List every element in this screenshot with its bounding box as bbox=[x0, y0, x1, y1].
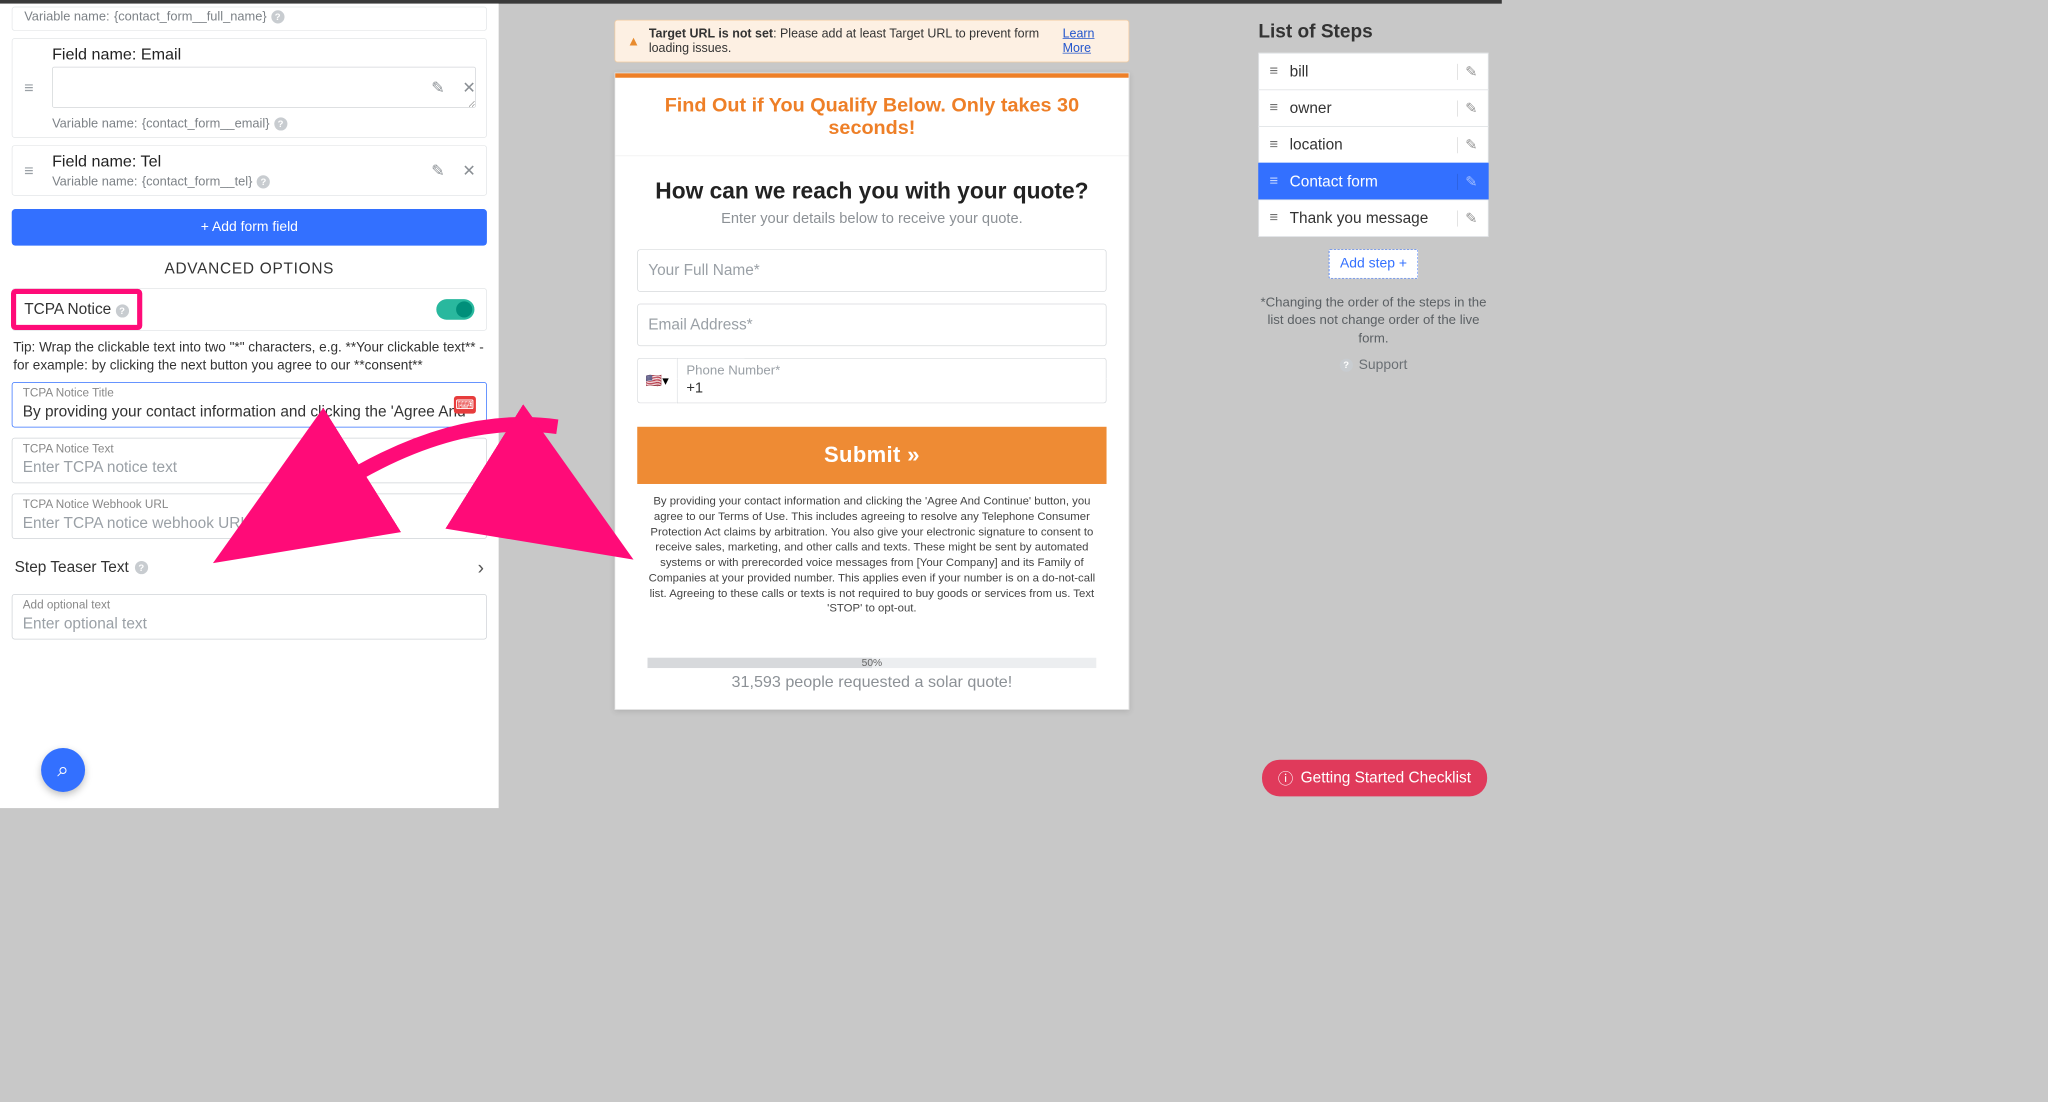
step-item[interactable]: ≡ Contact form ✎ bbox=[1258, 163, 1488, 200]
step-teaser-row[interactable]: Step Teaser Text ? › bbox=[12, 549, 487, 586]
steps-list: ≡ bill ✎ ≡ owner ✎ ≡ location ✎ ≡ Contact form ✎ ≡ Th… bbox=[1258, 53, 1488, 237]
step-label: Thank you message bbox=[1290, 209, 1429, 227]
drag-handle-icon[interactable]: ≡ bbox=[24, 80, 33, 96]
preview-phone-input[interactable]: +1 bbox=[677, 378, 1107, 403]
center-preview-panel: ▲ Target URL is not set: Please add at l… bbox=[499, 4, 1245, 808]
drag-handle-icon[interactable]: ≡ bbox=[24, 162, 33, 178]
drag-handle-icon[interactable]: ≡ bbox=[1269, 100, 1278, 117]
tcpa-title-input[interactable] bbox=[23, 403, 476, 421]
drag-handle-icon[interactable]: ≡ bbox=[1269, 210, 1278, 227]
optional-text-field[interactable]: Add optional text bbox=[12, 594, 487, 639]
preview-submit-button[interactable]: Submit » bbox=[637, 427, 1106, 484]
preview-tcpa-text: By providing your contact information an… bbox=[637, 484, 1106, 620]
drag-handle-icon[interactable]: ≡ bbox=[1269, 173, 1278, 190]
close-icon[interactable]: ✕ bbox=[462, 161, 476, 180]
add-step-button[interactable]: Add step + bbox=[1329, 249, 1418, 278]
edit-icon[interactable]: ✎ bbox=[431, 78, 445, 97]
step-label: bill bbox=[1290, 63, 1309, 81]
advanced-options-heading: ADVANCED OPTIONS bbox=[12, 260, 487, 278]
tcpa-tip-text: Tip: Wrap the clickable text into two "*… bbox=[13, 338, 485, 375]
search-icon: ⌕ bbox=[57, 758, 69, 782]
preview-name-input[interactable] bbox=[637, 249, 1106, 292]
help-icon[interactable]: ? bbox=[271, 10, 284, 23]
step-item[interactable]: ≡ Thank you message ✎ bbox=[1258, 199, 1488, 236]
search-fab[interactable]: ⌕ bbox=[41, 748, 85, 792]
step-item[interactable]: ≡ owner ✎ bbox=[1258, 89, 1488, 126]
tcpa-highlight-box: TCPA Notice ? bbox=[14, 292, 139, 327]
field-card-tel: ≡ Field name: Tel Variable name: {contac… bbox=[12, 145, 487, 196]
chevron-right-icon: › bbox=[478, 557, 484, 580]
right-steps-panel: List of Steps ≡ bill ✎ ≡ owner ✎ ≡ location ✎ ≡ Co… bbox=[1245, 4, 1502, 808]
help-icon[interactable]: ? bbox=[274, 117, 287, 130]
drag-handle-icon[interactable]: ≡ bbox=[1269, 63, 1278, 80]
phone-label: Phone Number* bbox=[677, 358, 1107, 379]
help-icon[interactable]: ? bbox=[115, 304, 128, 317]
preview-heading: How can we reach you with your quote? bbox=[615, 156, 1128, 210]
field-card-email: ≡ Field name: Email Variable name: {cont… bbox=[12, 38, 487, 138]
optional-text-input[interactable] bbox=[23, 615, 476, 633]
field-value-textarea[interactable] bbox=[52, 67, 476, 108]
edit-icon[interactable]: ✎ bbox=[1465, 136, 1477, 154]
step-label: location bbox=[1290, 136, 1343, 154]
social-proof-text: 31,593 people requested a solar quote! bbox=[648, 673, 1097, 692]
drag-handle-icon[interactable]: ≡ bbox=[1269, 136, 1278, 153]
help-icon[interactable]: ? bbox=[257, 175, 270, 188]
step-label: Contact form bbox=[1290, 173, 1378, 191]
edit-icon[interactable]: ✎ bbox=[1465, 172, 1477, 190]
step-label: owner bbox=[1290, 99, 1332, 117]
getting-started-checklist-button[interactable]: ⓘ Getting Started Checklist bbox=[1262, 760, 1487, 797]
keyboard-icon bbox=[454, 396, 476, 414]
info-icon: ⓘ bbox=[1278, 767, 1293, 789]
field-name-label: Field name: Email bbox=[52, 45, 476, 64]
edit-icon[interactable]: ✎ bbox=[431, 161, 445, 180]
tcpa-url-input[interactable] bbox=[23, 515, 476, 533]
tcpa-title-field[interactable]: TCPA Notice Title bbox=[12, 382, 487, 427]
learn-more-link[interactable]: Learn More bbox=[1063, 26, 1117, 55]
step-item[interactable]: ≡ location ✎ bbox=[1258, 126, 1488, 163]
field-card-fullname: Variable name: {contact_form__full_name}… bbox=[12, 7, 487, 31]
left-editor-panel: Variable name: {contact_form__full_name}… bbox=[0, 4, 499, 808]
steps-order-note: *Changing the order of the steps in the … bbox=[1258, 293, 1488, 346]
help-icon: ? bbox=[1340, 359, 1353, 372]
preview-subheading: Enter your details below to receive your… bbox=[615, 210, 1128, 227]
target-url-alert: ▲ Target URL is not set: Please add at l… bbox=[615, 20, 1130, 63]
field-name-label: Field name: Tel bbox=[52, 152, 476, 171]
support-link[interactable]: ? Support bbox=[1258, 357, 1488, 373]
edit-icon[interactable]: ✎ bbox=[1465, 99, 1477, 117]
qualify-banner: Find Out if You Qualify Below. Only take… bbox=[615, 78, 1128, 156]
tcpa-notice-row: TCPA Notice ? bbox=[12, 288, 487, 331]
edit-icon[interactable]: ✎ bbox=[1465, 62, 1477, 80]
close-icon[interactable]: ✕ bbox=[462, 78, 476, 97]
step-item[interactable]: ≡ bill ✎ bbox=[1258, 53, 1488, 90]
tcpa-text-input[interactable] bbox=[23, 459, 476, 477]
tcpa-text-field[interactable]: TCPA Notice Text bbox=[12, 438, 487, 483]
variable-name-line: Variable name: {contact_form__email} ? bbox=[52, 116, 476, 131]
help-icon[interactable]: ? bbox=[135, 561, 148, 574]
variable-name-line: Variable name: {contact_form__tel} ? bbox=[52, 174, 476, 189]
tcpa-url-field[interactable]: TCPA Notice Webhook URL bbox=[12, 493, 487, 538]
preview-email-input[interactable] bbox=[637, 304, 1106, 347]
progress-bar: 50% bbox=[648, 658, 1097, 668]
form-preview: Find Out if You Qualify Below. Only take… bbox=[615, 73, 1130, 711]
warning-icon: ▲ bbox=[627, 33, 640, 48]
variable-name-line: Variable name: {contact_form__full_name}… bbox=[24, 9, 476, 24]
add-form-field-button[interactable]: + Add form field bbox=[12, 209, 487, 246]
progress-section: 50% 31,593 people requested a solar quot… bbox=[615, 640, 1128, 709]
steps-title: List of Steps bbox=[1258, 20, 1488, 43]
edit-icon[interactable]: ✎ bbox=[1465, 209, 1477, 227]
phone-country-selector[interactable]: 🇺🇸▾ bbox=[637, 358, 677, 403]
tcpa-toggle[interactable] bbox=[436, 299, 474, 320]
